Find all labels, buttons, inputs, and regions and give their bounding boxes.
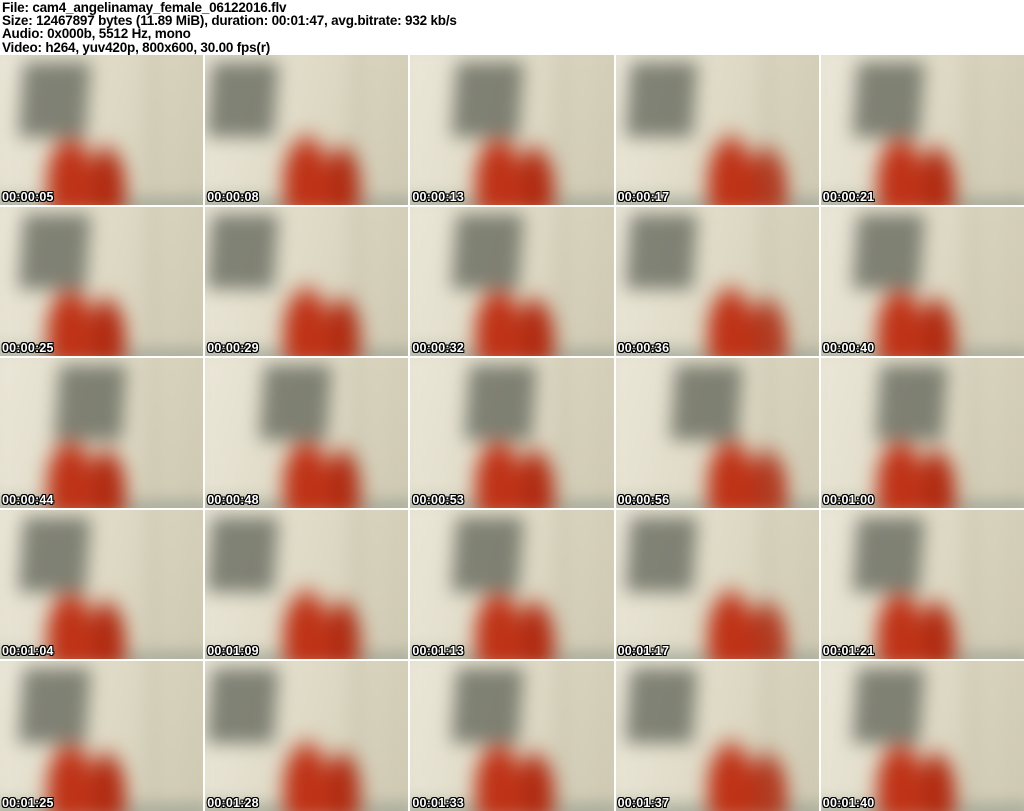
video-thumbnail: 00:00:21	[820, 55, 1024, 205]
thumbnail-placeholder-image	[820, 509, 1024, 660]
thumbnail-placeholder-image	[820, 55, 1024, 205]
video-thumbnail: 00:00:32	[410, 206, 614, 357]
timestamp-label: 00:01:09	[207, 644, 259, 659]
timestamp-label: 00:00:29	[207, 341, 259, 356]
thumbnail-placeholder-image	[615, 661, 819, 811]
video-thumbnail: 00:00:53	[410, 358, 614, 508]
video-thumbnail: 00:00:08	[205, 55, 409, 205]
video-thumbnail: 00:01:21	[820, 509, 1024, 660]
video-thumbnail: 00:01:33	[410, 661, 614, 811]
video-thumbnail: 00:01:25	[0, 661, 204, 811]
thumbnail-placeholder-image	[0, 358, 204, 508]
thumbnail-grid: 00:00:05 00:00:08 00:00:13 00:00:17 00:0…	[0, 55, 1024, 811]
thumbnail-placeholder-image	[0, 206, 204, 357]
thumbnail-placeholder-image	[615, 358, 819, 508]
timestamp-label: 00:00:08	[207, 189, 259, 204]
thumbnail-placeholder-image	[820, 358, 1024, 508]
video-thumbnail: 00:00:40	[820, 206, 1024, 357]
video-thumbnail: 00:01:04	[0, 509, 204, 660]
thumbnail-placeholder-image	[0, 661, 204, 811]
video-thumbnail: 00:00:13	[410, 55, 614, 205]
thumbnail-placeholder-image	[820, 206, 1024, 357]
timestamp-label: 00:01:37	[617, 796, 670, 810]
thumbnail-placeholder-image	[410, 55, 614, 205]
video-thumbnail: 00:01:28	[205, 661, 409, 811]
timestamp-label: 00:00:48	[207, 492, 259, 507]
video-thumbnail: 00:00:56	[615, 358, 819, 508]
video-thumbnail: 00:00:48	[205, 358, 409, 508]
timestamp-label: 00:00:44	[2, 492, 54, 507]
video-thumbnail: 00:00:25	[0, 206, 204, 357]
video-thumbnail: 00:01:40	[820, 661, 1024, 811]
video-value: h264, yuv420p, 800x600, 30.00 fps(r)	[41, 39, 271, 55]
thumbnail-placeholder-image	[205, 206, 409, 357]
timestamp-label: 00:01:21	[822, 644, 875, 659]
timestamp-label: 00:01:13	[412, 644, 465, 659]
thumbnail-placeholder-image	[205, 509, 409, 660]
thumbnail-placeholder-image	[205, 358, 409, 508]
timestamp-label: 00:00:32	[412, 341, 465, 356]
timestamp-label: 00:00:05	[2, 189, 54, 204]
timestamp-label: 00:00:56	[617, 492, 670, 507]
video-thumbnail: 00:00:44	[0, 358, 204, 508]
thumbnail-placeholder-image	[615, 206, 819, 357]
thumbnail-placeholder-image	[410, 206, 614, 357]
timestamp-label: 00:00:36	[617, 341, 670, 356]
thumbnail-placeholder-image	[410, 358, 614, 508]
video-thumbnail: 00:00:36	[615, 206, 819, 357]
timestamp-label: 00:00:13	[412, 189, 465, 204]
video-thumbnail: 00:00:05	[0, 55, 204, 205]
video-thumbnail: 00:01:13	[410, 509, 614, 660]
timestamp-label: 00:00:17	[617, 189, 670, 204]
timestamp-label: 00:00:40	[822, 341, 875, 356]
video-thumbnail: 00:01:17	[615, 509, 819, 660]
video-thumbnail: 00:01:00	[820, 358, 1024, 508]
video-thumbnail: 00:00:17	[615, 55, 819, 205]
thumbnail-placeholder-image	[410, 509, 614, 660]
video-info-line: Video: h264, yuv420p, 800x600, 30.00 fps…	[2, 39, 1024, 55]
timestamp-label: 00:00:21	[822, 189, 875, 204]
timestamp-label: 00:01:04	[2, 644, 54, 659]
timestamp-label: 00:01:00	[822, 492, 875, 507]
thumbnail-placeholder-image	[205, 55, 409, 205]
thumbnail-placeholder-image	[615, 509, 819, 660]
timestamp-label: 00:00:53	[412, 492, 465, 507]
thumbnail-placeholder-image	[410, 661, 614, 811]
thumbnail-placeholder-image	[205, 661, 409, 811]
video-thumbnail: 00:01:37	[615, 661, 819, 811]
file-metadata-header: File: cam4_angelinamay_female_06122016.f…	[0, 0, 1024, 55]
timestamp-label: 00:00:25	[2, 341, 54, 356]
timestamp-label: 00:01:40	[822, 796, 875, 810]
thumbnail-placeholder-image	[820, 661, 1024, 811]
video-label: Video:	[2, 39, 42, 55]
timestamp-label: 00:01:28	[207, 796, 259, 810]
thumbnail-placeholder-image	[615, 55, 819, 205]
thumbnail-placeholder-image	[0, 509, 204, 660]
timestamp-label: 00:01:17	[617, 644, 670, 659]
timestamp-label: 00:01:33	[412, 796, 465, 810]
video-thumbnail: 00:01:09	[205, 509, 409, 660]
video-thumbnail: 00:00:29	[205, 206, 409, 357]
thumbnail-placeholder-image	[0, 55, 204, 205]
timestamp-label: 00:01:25	[2, 796, 54, 810]
